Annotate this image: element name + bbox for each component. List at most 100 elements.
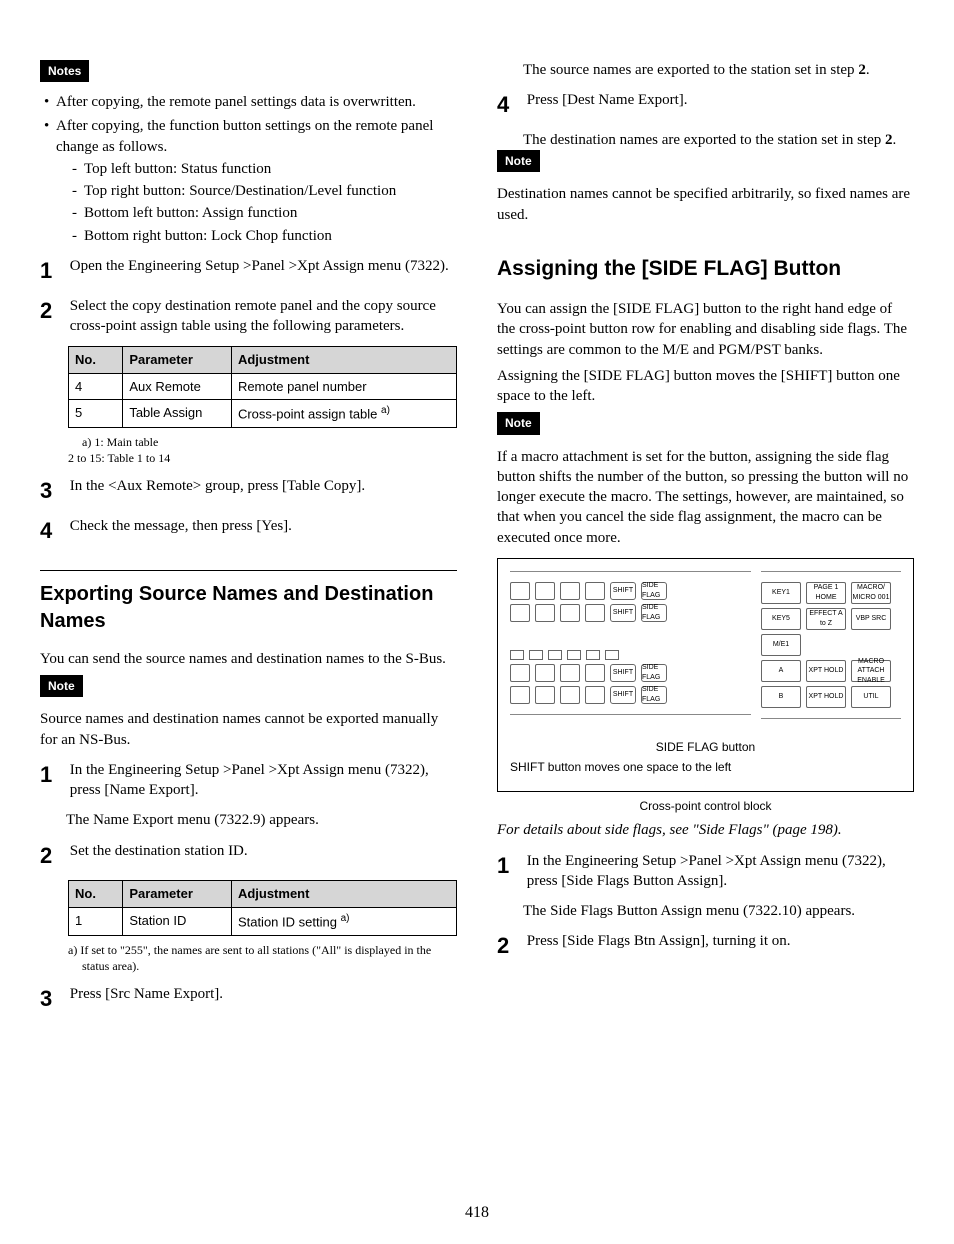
diagram-caption-1: SIDE FLAG button [510,739,901,755]
reference-text: For details about side flags, see "Side … [497,820,914,840]
step-4: 4 Check the message, then press [Yes]. [40,516,457,546]
step-number: 2 [40,296,66,326]
step-text: Select the copy destination remote panel… [70,296,455,337]
diagram-left-panel: SHIFT SIDE FLAG SHIFT SIDE FLAG [510,571,751,719]
macro-attach-icon: MACRO ATTACH ENABLE [851,660,891,682]
notes-list: After copying, the remote panel settings… [40,92,457,246]
shift-button-icon: SHIFT [610,604,636,622]
export-step-1: 1 In the Engineering Setup >Panel >Xpt A… [40,760,457,801]
td: Aux Remote [123,373,232,400]
diagram-right-panel: KEY1 PAGE 1 HOME MACRO/ MICRO 001 KEY5 E… [761,571,901,719]
diagram-caption-2: SHIFT button moves one space to the left [510,759,901,775]
step-subtext: The Side Flags Button Assign menu (7322.… [523,901,914,921]
step-text: In the Engineering Setup >Panel >Xpt Ass… [527,851,912,892]
step-text: Press [Dest Name Export]. [527,90,912,110]
b-icon: B [761,686,801,708]
note-badge: Note [497,412,540,434]
td: Station ID [123,907,232,935]
paragraph: You can assign the [SIDE FLAG] button to… [497,299,914,360]
step-number: 1 [40,256,66,286]
td: Cross-point assign table a) [231,400,456,428]
step-text: Check the message, then press [Yes]. [70,516,455,536]
note-badge: Note [497,150,540,172]
step-number: 4 [40,516,66,546]
step-text: In the Engineering Setup >Panel >Xpt Ass… [70,760,455,801]
a-icon: A [761,660,801,682]
step-3: 3 In the <Aux Remote> group, press [Tabl… [40,476,457,506]
step-number: 1 [497,851,523,881]
shift-button-icon: SHIFT [610,686,636,704]
step-number: 2 [40,841,66,871]
td: 5 [69,400,123,428]
sideflag-step-1: 1 In the Engineering Setup >Panel >Xpt A… [497,851,914,892]
step-text: In the <Aux Remote> group, press [Table … [70,476,455,496]
step-number: 3 [40,984,66,1014]
paragraph: You can send the source names and destin… [40,649,457,669]
xpt-hold-icon: XPT HOLD [806,660,846,682]
sideflag-step-2: 2 Press [Side Flags Btn Assign], turning… [497,931,914,961]
side-flag-button-icon: SIDE FLAG [641,604,667,622]
td: 1 [69,907,123,935]
export-step-2: 2 Set the destination station ID. [40,841,457,871]
shift-button-icon: SHIFT [610,664,636,682]
key5-icon: KEY5 [761,608,801,630]
td: Table Assign [123,400,232,428]
right-column: The source names are exported to the sta… [497,60,914,1024]
note-text: Destination names cannot be specified ar… [497,184,914,225]
step-subtext: The destination names are exported to th… [523,130,914,150]
step-number: 4 [497,90,523,120]
crosspoint-diagram: SHIFT SIDE FLAG SHIFT SIDE FLAG [497,558,914,792]
footnote: a) 1: Main table 2 to 15: Table 1 to 14 [68,434,457,466]
step-number: 3 [40,476,66,506]
page1-home-icon: PAGE 1 HOME [806,582,846,604]
xpt-hold-icon: XPT HOLD [806,686,846,708]
note-item: After copying, the function button setti… [40,116,457,246]
shift-button-icon: SHIFT [610,582,636,600]
me1-icon: M/E1 [761,634,801,656]
note-badge: Note [40,675,83,697]
step-number: 1 [40,760,66,790]
side-flag-button-icon: SIDE FLAG [641,686,667,704]
section-heading-sideflag: Assigning the [SIDE FLAG] Button [497,255,914,283]
dash-item: Top right button: Source/Destination/Lev… [70,181,457,201]
th-parameter: Parameter [123,881,232,908]
step-number: 2 [497,931,523,961]
step-text: Set the destination station ID. [70,841,455,861]
left-column: Notes After copying, the remote panel se… [40,60,457,1024]
td: 4 [69,373,123,400]
side-flag-button-icon: SIDE FLAG [641,582,667,600]
page-number: 418 [0,1202,954,1224]
macro-micro-icon: MACRO/ MICRO 001 [851,582,891,604]
side-flag-button-icon: SIDE FLAG [641,664,667,682]
continuation-text: The source names are exported to the sta… [523,60,914,80]
footnote: a) If set to "255", the names are sent t… [68,942,457,974]
vbp-src-icon: VBP SRC [851,608,891,630]
note-item: After copying, the remote panel settings… [40,92,457,112]
export-step-3: 3 Press [Src Name Export]. [40,984,457,1014]
dash-item: Bottom right button: Lock Chop function [70,226,457,246]
section-heading-exporting: Exporting Source Names and Destination N… [40,570,457,635]
param-table-1: No. Parameter Adjustment 4 Aux Remote Re… [68,346,457,428]
th-no: No. [69,347,123,374]
th-parameter: Parameter [123,347,232,374]
diagram-label: Cross-point control block [497,798,914,814]
notes-badge: Notes [40,60,89,82]
step-text: Open the Engineering Setup >Panel >Xpt A… [70,256,455,276]
th-no: No. [69,881,123,908]
util-icon: UTIL [851,686,891,708]
dash-item: Top left button: Status function [70,159,457,179]
th-adjustment: Adjustment [231,347,456,374]
step-text: Press [Src Name Export]. [70,984,455,1004]
td: Remote panel number [231,373,456,400]
step-text: Press [Side Flags Btn Assign], turning i… [527,931,912,951]
note-item-text: After copying, the function button setti… [56,118,433,154]
key1-icon: KEY1 [761,582,801,604]
dash-item: Bottom left button: Assign function [70,203,457,223]
note-text: If a macro attachment is set for the but… [497,447,914,548]
step-1: 1 Open the Engineering Setup >Panel >Xpt… [40,256,457,286]
step-2: 2 Select the copy destination remote pan… [40,296,457,337]
td: Station ID setting a) [231,907,456,935]
effect-icon: EFFECT A to Z [806,608,846,630]
note-text: Source names and destination names canno… [40,709,457,750]
dash-list: Top left button: Status function Top rig… [70,159,457,246]
